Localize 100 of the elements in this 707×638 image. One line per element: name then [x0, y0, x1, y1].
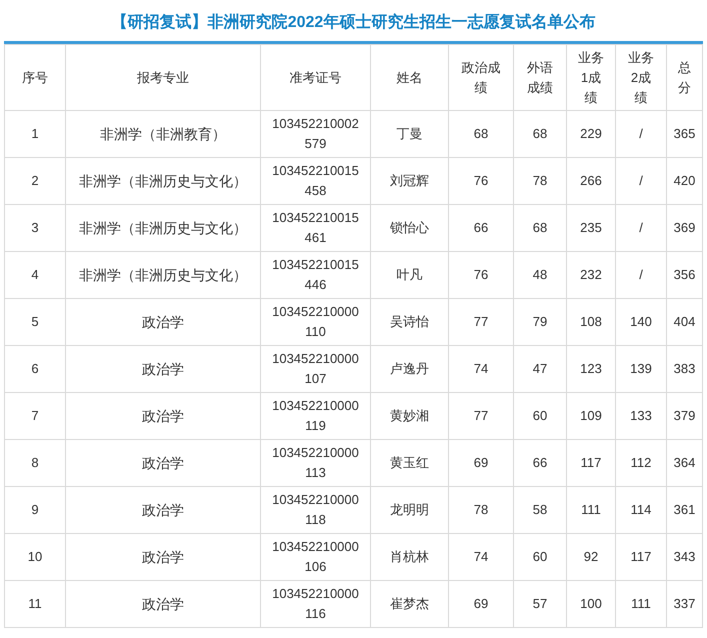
table-cell: 非洲学（非洲历史与文化）: [66, 158, 260, 204]
table-cell: 政治学: [66, 580, 260, 628]
table-cell: 叶凡: [370, 252, 448, 298]
table-cell: 3: [4, 204, 66, 252]
table-cell: 111: [616, 580, 666, 628]
column-header: 外语成绩: [514, 44, 566, 110]
table-cell: 57: [514, 580, 566, 628]
table-cell: 政治学: [66, 486, 260, 534]
table-cell: 266: [566, 158, 616, 204]
table-cell: 6: [4, 346, 66, 392]
table-cell: 111: [566, 486, 616, 534]
table-cell: 卢逸丹: [370, 346, 448, 392]
table-cell: 77: [448, 298, 514, 346]
table-cell: 78: [448, 486, 514, 534]
table-cell: 9: [4, 486, 66, 534]
table-cell: 非洲学（非洲历史与文化）: [66, 252, 260, 298]
table-cell: 69: [448, 440, 514, 486]
table-cell: /: [616, 252, 666, 298]
table-cell: 锁怡心: [370, 204, 448, 252]
table-cell: 11: [4, 580, 66, 628]
table-cell: 108: [566, 298, 616, 346]
table-cell: 58: [514, 486, 566, 534]
table-cell: /: [616, 110, 666, 158]
table-cell: 74: [448, 346, 514, 392]
table-cell: 103452210015458: [260, 158, 370, 204]
table-cell: 非洲学（非洲教育）: [66, 110, 260, 158]
table-cell: 8: [4, 440, 66, 486]
table-cell: 133: [616, 392, 666, 440]
table-cell: 109: [566, 392, 616, 440]
table-cell: 103452210000116: [260, 580, 370, 628]
table-cell: 74: [448, 534, 514, 580]
table-cell: 丁曼: [370, 110, 448, 158]
table-cell: 刘冠辉: [370, 158, 448, 204]
table-cell: 383: [666, 346, 702, 392]
table-cell: 92: [566, 534, 616, 580]
table-cell: 364: [666, 440, 702, 486]
table-cell: 黄妙湘: [370, 392, 448, 440]
table-cell: 68: [514, 110, 566, 158]
table-cell: 政治学: [66, 534, 260, 580]
table-cell: 365: [666, 110, 702, 158]
column-header: 姓名: [370, 44, 448, 110]
table-cell: 123: [566, 346, 616, 392]
table-cell: 76: [448, 252, 514, 298]
table-cell: 379: [666, 392, 702, 440]
table-cell: 100: [566, 580, 616, 628]
table-cell: 103452210015461: [260, 204, 370, 252]
table-cell: 政治学: [66, 392, 260, 440]
table-cell: 60: [514, 534, 566, 580]
table-cell: 369: [666, 204, 702, 252]
table-cell: 103452210000119: [260, 392, 370, 440]
table-cell: 政治学: [66, 440, 260, 486]
column-header: 序号: [4, 44, 66, 110]
table-cell: 60: [514, 392, 566, 440]
table-cell: 48: [514, 252, 566, 298]
table-cell: 79: [514, 298, 566, 346]
table-cell: 337: [666, 580, 702, 628]
table-cell: 103452210000113: [260, 440, 370, 486]
table-cell: 404: [666, 298, 702, 346]
table-cell: 10: [4, 534, 66, 580]
table-cell: 47: [514, 346, 566, 392]
table-cell: 361: [666, 486, 702, 534]
table-cell: 103452210000106: [260, 534, 370, 580]
table-cell: 117: [566, 440, 616, 486]
table-cell: 4: [4, 252, 66, 298]
table-cell: 肖杭林: [370, 534, 448, 580]
table-cell: 78: [514, 158, 566, 204]
table-cell: 政治学: [66, 298, 260, 346]
table-cell: 吴诗怡: [370, 298, 448, 346]
table-cell: 343: [666, 534, 702, 580]
table-cell: 66: [448, 204, 514, 252]
table-cell: /: [616, 158, 666, 204]
table-cell: 69: [448, 580, 514, 628]
table-cell: 232: [566, 252, 616, 298]
table-cell: 229: [566, 110, 616, 158]
column-header: 总分: [666, 44, 702, 110]
table-cell: 黄玉红: [370, 440, 448, 486]
column-header: 政治成绩: [448, 44, 514, 110]
column-header: 报考专业: [66, 44, 260, 110]
table-cell: 103452210000118: [260, 486, 370, 534]
table-cell: 77: [448, 392, 514, 440]
table-cell: 139: [616, 346, 666, 392]
table-cell: 非洲学（非洲历史与文化）: [66, 204, 260, 252]
table-cell: 103452210002579: [260, 110, 370, 158]
table-cell: /: [616, 204, 666, 252]
table-cell: 235: [566, 204, 616, 252]
table-cell: 103452210015446: [260, 252, 370, 298]
table-cell: 68: [448, 110, 514, 158]
table-cell: 117: [616, 534, 666, 580]
table-cell: 68: [514, 204, 566, 252]
table-cell: 5: [4, 298, 66, 346]
table-cell: 1: [4, 110, 66, 158]
table-cell: 政治学: [66, 346, 260, 392]
table-cell: 76: [448, 158, 514, 204]
table-cell: 崔梦杰: [370, 580, 448, 628]
table-cell: 龙明明: [370, 486, 448, 534]
table-cell: 7: [4, 392, 66, 440]
table-cell: 2: [4, 158, 66, 204]
table-cell: 140: [616, 298, 666, 346]
table-cell: 66: [514, 440, 566, 486]
table-cell: 114: [616, 486, 666, 534]
